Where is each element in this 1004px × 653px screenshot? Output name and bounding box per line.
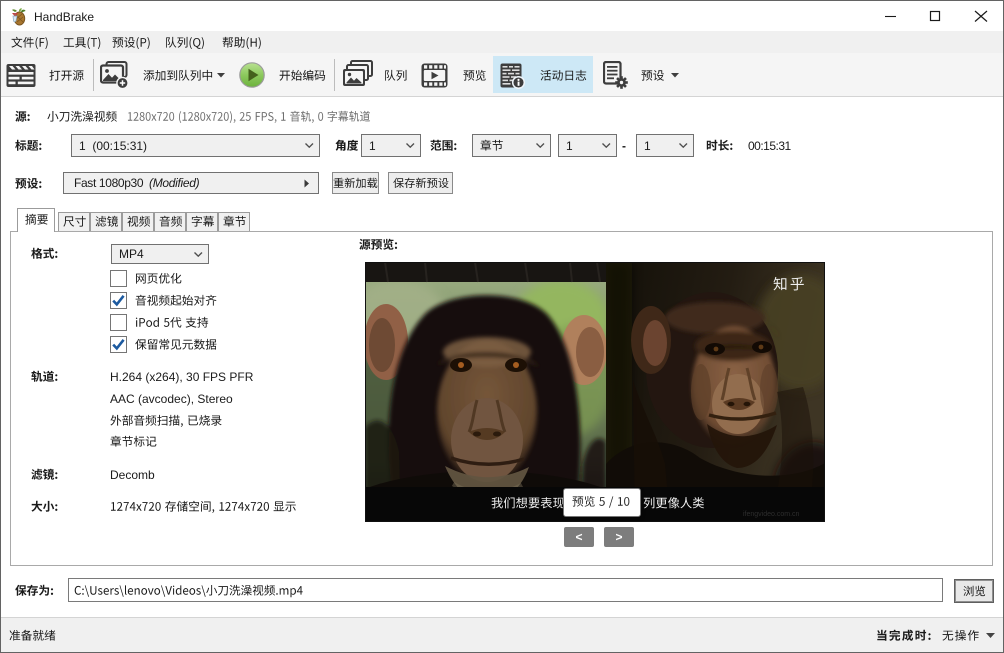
svg-text:ifengvideo.com.cn: ifengvideo.com.cn — [743, 511, 800, 518]
